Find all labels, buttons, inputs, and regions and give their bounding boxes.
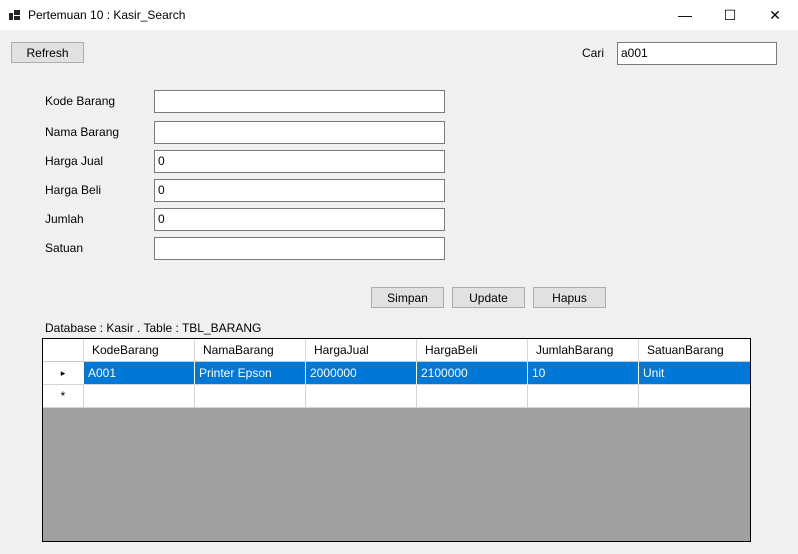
new-cell[interactable]: [417, 385, 528, 408]
harga-beli-field[interactable]: 0: [154, 179, 445, 202]
search-input[interactable]: a001: [617, 42, 777, 65]
grid-caption: Database : Kasir . Table : TBL_BARANG: [45, 321, 262, 335]
grid-corner-header[interactable]: [43, 339, 84, 362]
grid-header-row: KodeBarang NamaBarang HargaJual HargaBel…: [43, 339, 750, 362]
row-header-new[interactable]: *: [43, 385, 84, 408]
delete-button[interactable]: Hapus: [533, 287, 606, 308]
row-header-current[interactable]: ▸: [43, 362, 84, 385]
update-button[interactable]: Update: [452, 287, 525, 308]
cell-kodebarang[interactable]: A001: [84, 362, 195, 385]
close-button[interactable]: ✕: [752, 0, 798, 30]
nama-barang-field[interactable]: [154, 121, 445, 144]
maximize-button[interactable]: ☐: [707, 0, 753, 30]
new-cell[interactable]: [639, 385, 750, 408]
data-grid[interactable]: KodeBarang NamaBarang HargaJual HargaBel…: [42, 338, 751, 542]
table-row[interactable]: ▸ A001 Printer Epson 2000000 2100000 10 …: [43, 362, 750, 385]
new-row[interactable]: *: [43, 385, 750, 408]
window-title: Pertemuan 10 : Kasir_Search: [28, 8, 186, 22]
jumlah-label: Jumlah: [45, 212, 84, 226]
refresh-button[interactable]: Refresh: [11, 42, 84, 63]
column-header-satuanbarang[interactable]: SatuanBarang: [639, 339, 750, 362]
column-header-hargajual[interactable]: HargaJual: [306, 339, 417, 362]
app-icon: [9, 10, 20, 20]
nama-barang-label: Nama Barang: [45, 125, 120, 139]
minimize-button[interactable]: —: [662, 0, 708, 30]
satuan-label: Satuan: [45, 241, 84, 255]
cell-satuanbarang[interactable]: Unit: [639, 362, 750, 385]
column-header-kodebarang[interactable]: KodeBarang: [84, 339, 195, 362]
new-cell[interactable]: [306, 385, 417, 408]
satuan-field[interactable]: [154, 237, 445, 260]
column-header-namabarang[interactable]: NamaBarang: [195, 339, 306, 362]
harga-beli-label: Harga Beli: [45, 183, 102, 197]
cell-jumlahbarang[interactable]: 10: [528, 362, 639, 385]
column-header-jumlahbarang[interactable]: JumlahBarang: [528, 339, 639, 362]
cell-hargajual[interactable]: 2000000: [306, 362, 417, 385]
search-label: Cari: [582, 46, 605, 60]
save-button[interactable]: Simpan: [371, 287, 444, 308]
jumlah-field[interactable]: 0: [154, 208, 445, 231]
title-bar: Pertemuan 10 : Kasir_Search — ☐ ✕: [0, 0, 798, 30]
new-cell[interactable]: [195, 385, 306, 408]
new-cell[interactable]: [528, 385, 639, 408]
harga-jual-field[interactable]: 0: [154, 150, 445, 173]
kode-barang-label: Kode Barang: [45, 94, 116, 108]
new-cell[interactable]: [84, 385, 195, 408]
kode-barang-field[interactable]: [154, 90, 445, 113]
harga-jual-label: Harga Jual: [45, 154, 104, 168]
cell-hargabeli[interactable]: 2100000: [417, 362, 528, 385]
column-header-hargabeli[interactable]: HargaBeli: [417, 339, 528, 362]
cell-namabarang[interactable]: Printer Epson: [195, 362, 306, 385]
